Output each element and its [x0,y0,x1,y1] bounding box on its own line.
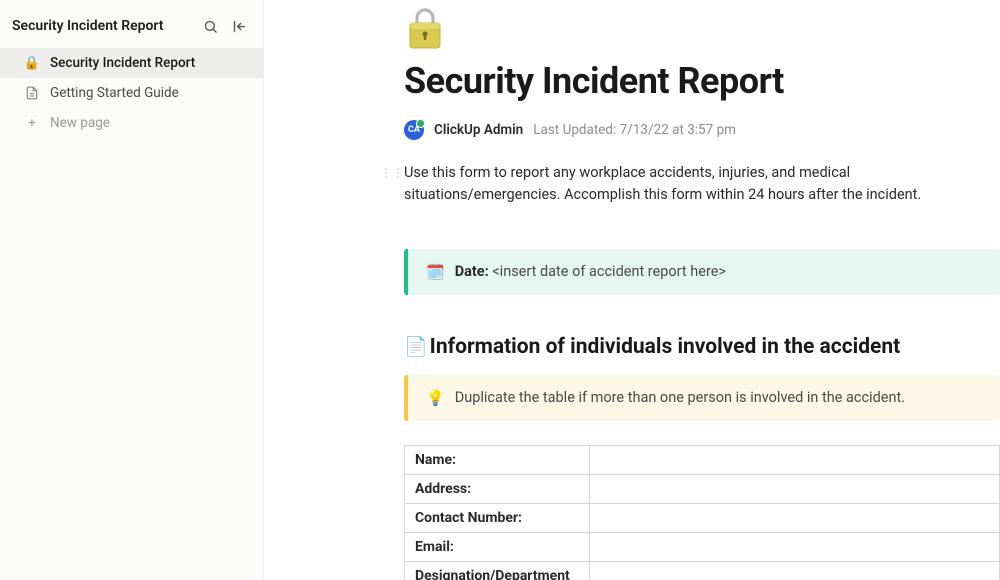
sidebar-item-label: Security Incident Report [50,55,195,71]
row-value[interactable] [590,445,1000,474]
author-name: ClickUp Admin [434,122,523,138]
workspace-title: Security Incident Report [12,18,203,34]
row-label[interactable]: Email: [405,532,590,561]
plus-icon: + [24,116,40,131]
row-label[interactable]: Contact Number: [405,503,590,532]
hint-text: Duplicate the table if more than one per… [455,389,905,406]
row-label[interactable]: Name: [405,445,590,474]
row-label[interactable]: Address: [405,474,590,503]
sidebar-item-security-report[interactable]: 🔒 Security Incident Report [0,48,263,78]
row-value[interactable] [590,532,1000,561]
table-row: Contact Number: [405,503,1000,532]
table-row: Name: [405,445,1000,474]
sidebar-item-label: New page [50,115,110,131]
date-label: Date: [455,263,493,280]
date-callout[interactable]: 🗓️ Date: <insert date of accident report… [404,249,1000,295]
sidebar-item-getting-started[interactable]: Getting Started Guide [0,78,263,108]
row-value[interactable] [590,561,1000,580]
table-row: Designation/Department [405,561,1000,580]
main-content: Security Incident Report CA ClickUp Admi… [264,0,1000,580]
page-icon: 📄 [404,335,428,358]
last-updated: Last Updated: 7/13/22 at 3:57 pm [533,122,736,138]
collapse-sidebar-icon[interactable] [232,19,247,34]
section-heading-individuals[interactable]: 📄Information of individuals involved in … [404,335,1000,359]
drag-handle-icon[interactable]: ⋮⋮ [380,166,404,180]
row-value[interactable] [590,474,1000,503]
document-icon [24,86,40,100]
hint-callout[interactable]: 💡 Duplicate the table if more than one p… [404,375,1000,421]
table-row: Email: [405,532,1000,561]
calendar-icon: 🗓️ [426,263,445,281]
sidebar: Security Incident Report 🔒 Security Inci… [0,0,264,580]
sidebar-header: Security Incident Report [0,12,263,48]
bulb-icon: 💡 [426,389,445,407]
date-placeholder: <insert date of accident report here> [492,263,726,280]
byline: CA ClickUp Admin Last Updated: 7/13/22 a… [404,120,1000,140]
sidebar-page-list: 🔒 Security Incident Report Getting Start… [0,48,263,138]
author-avatar[interactable]: CA [404,120,424,140]
lock-icon: 🔒 [24,56,40,71]
page-title[interactable]: Security Incident Report [404,60,1000,102]
sidebar-item-label: Getting Started Guide [50,85,179,101]
row-label[interactable]: Designation/Department [405,561,590,580]
search-icon[interactable] [203,19,218,34]
table-row: Address: [405,474,1000,503]
page-hero-lock-icon[interactable] [404,6,1000,52]
intro-paragraph[interactable]: Use this form to report any workplace ac… [404,162,1000,207]
sidebar-new-page[interactable]: + New page [0,108,263,138]
row-value[interactable] [590,503,1000,532]
individuals-table[interactable]: Name: Address: Contact Number: Email: De… [404,445,1000,580]
